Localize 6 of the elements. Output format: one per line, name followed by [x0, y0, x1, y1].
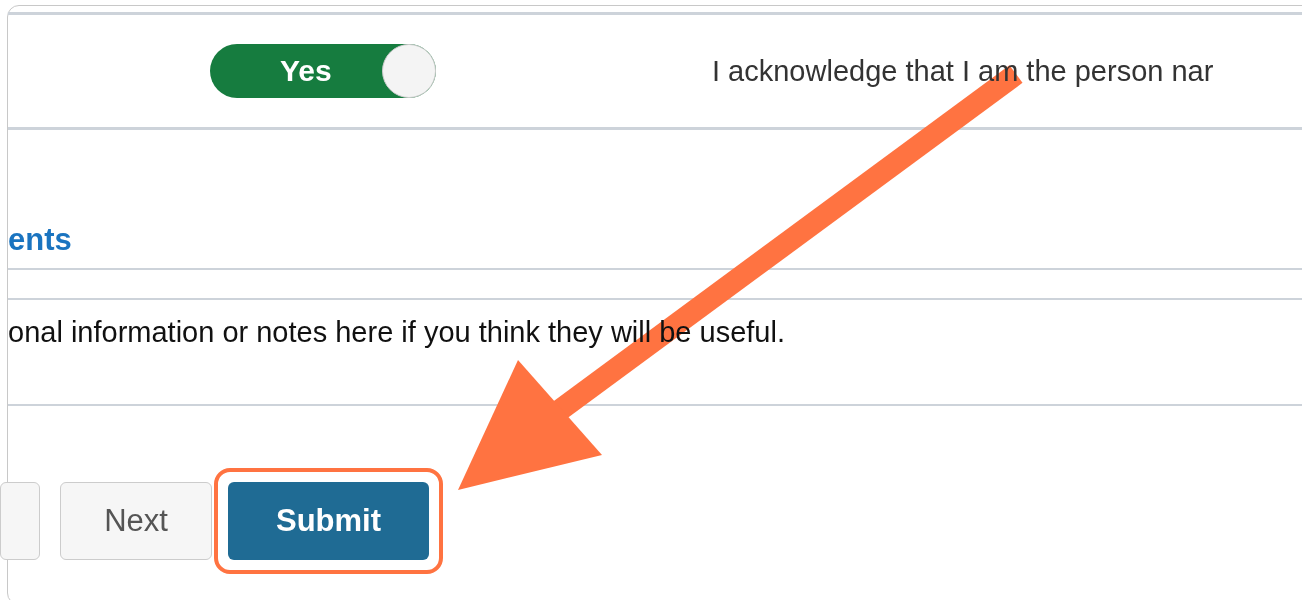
- cut-off-button[interactable]: [0, 482, 40, 560]
- submit-button[interactable]: Submit: [228, 482, 429, 560]
- instruction-text: onal information or notes here if you think they will be useful.: [8, 316, 785, 348]
- section-heading: ents: [8, 222, 72, 258]
- toggle-switch[interactable]: Yes: [210, 44, 436, 98]
- next-button[interactable]: Next: [60, 482, 212, 560]
